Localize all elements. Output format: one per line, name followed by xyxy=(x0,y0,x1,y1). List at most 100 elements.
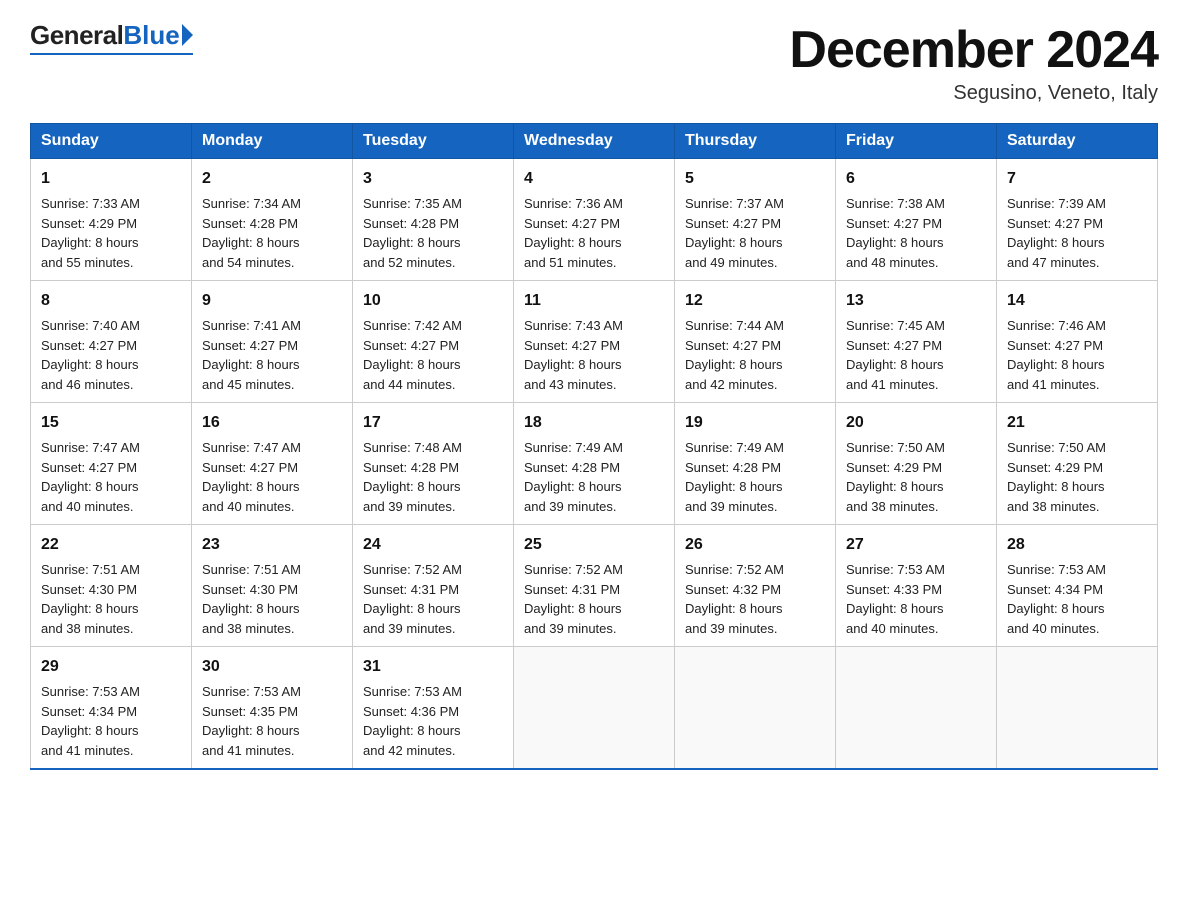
header-row: Sunday Monday Tuesday Wednesday Thursday… xyxy=(31,124,1158,159)
calendar-cell: 2 Sunrise: 7:34 AMSunset: 4:28 PMDaylight… xyxy=(192,159,353,281)
calendar-cell: 15 Sunrise: 7:47 AMSunset: 4:27 PMDayligh… xyxy=(31,403,192,525)
calendar-cell: 21Sunrise: 7:50 AMSunset: 4:29 PMDayligh… xyxy=(997,403,1158,525)
calendar-cell: 27 Sunrise: 7:53 AMSunset: 4:33 PMDayligh… xyxy=(836,525,997,647)
calendar-cell: 30 Sunrise: 7:53 AMSunset: 4:35 PMDayligh… xyxy=(192,647,353,770)
calendar-cell: 17Sunrise: 7:48 AMSunset: 4:28 PMDayligh… xyxy=(353,403,514,525)
calendar-cell xyxy=(836,647,997,770)
day-info: Sunrise: 7:33 AMSunset: 4:29 PMDaylight:… xyxy=(41,194,181,272)
header-right: December 2024 Segusino, Veneto, Italy xyxy=(789,20,1158,105)
day-info: Sunrise: 7:52 AMSunset: 4:31 PMDaylight:… xyxy=(524,560,664,638)
calendar-cell: 26Sunrise: 7:52 AMSunset: 4:32 PMDayligh… xyxy=(675,525,836,647)
day-info: Sunrise: 7:47 AMSunset: 4:27 PMDaylight:… xyxy=(202,438,342,516)
logo-general: General xyxy=(30,20,123,51)
day-info: Sunrise: 7:38 AMSunset: 4:27 PMDaylight:… xyxy=(846,194,986,272)
day-number: 30 xyxy=(202,655,342,679)
calendar-cell: 22Sunrise: 7:51 AMSunset: 4:30 PMDayligh… xyxy=(31,525,192,647)
day-info: Sunrise: 7:40 AMSunset: 4:27 PMDaylight:… xyxy=(41,316,181,394)
logo-blue-box: Blue xyxy=(123,20,192,51)
day-info: Sunrise: 7:36 AMSunset: 4:27 PMDaylight:… xyxy=(524,194,664,272)
calendar-cell: 28Sunrise: 7:53 AMSunset: 4:34 PMDayligh… xyxy=(997,525,1158,647)
day-info: Sunrise: 7:43 AMSunset: 4:27 PMDaylight:… xyxy=(524,316,664,394)
header-sunday: Sunday xyxy=(31,124,192,159)
calendar-cell: 18 Sunrise: 7:49 AMSunset: 4:28 PMDayligh… xyxy=(514,403,675,525)
calendar-week-row: 8 Sunrise: 7:40 AMSunset: 4:27 PMDaylight… xyxy=(31,281,1158,403)
day-info: Sunrise: 7:53 AMSunset: 4:34 PMDaylight:… xyxy=(41,682,181,760)
day-number: 19 xyxy=(685,411,825,435)
day-number: 31 xyxy=(363,655,503,679)
calendar-cell xyxy=(675,647,836,770)
day-info: Sunrise: 7:47 AMSunset: 4:27 PMDaylight:… xyxy=(41,438,181,516)
day-number: 5 xyxy=(685,167,825,191)
header-monday: Monday xyxy=(192,124,353,159)
day-info: Sunrise: 7:53 AMSunset: 4:35 PMDaylight:… xyxy=(202,682,342,760)
header-saturday: Saturday xyxy=(997,124,1158,159)
header-thursday: Thursday xyxy=(675,124,836,159)
day-info: Sunrise: 7:53 AMSunset: 4:33 PMDaylight:… xyxy=(846,560,986,638)
day-info: Sunrise: 7:35 AMSunset: 4:28 PMDaylight:… xyxy=(363,194,503,272)
calendar-cell: 3Sunrise: 7:35 AMSunset: 4:28 PMDaylight… xyxy=(353,159,514,281)
day-number: 6 xyxy=(846,167,986,191)
day-number: 2 xyxy=(202,167,342,191)
day-info: Sunrise: 7:44 AMSunset: 4:27 PMDaylight:… xyxy=(685,316,825,394)
day-number: 23 xyxy=(202,533,342,557)
calendar-cell: 14Sunrise: 7:46 AMSunset: 4:27 PMDayligh… xyxy=(997,281,1158,403)
calendar-cell: 8 Sunrise: 7:40 AMSunset: 4:27 PMDaylight… xyxy=(31,281,192,403)
day-info: Sunrise: 7:49 AMSunset: 4:28 PMDaylight:… xyxy=(524,438,664,516)
day-number: 13 xyxy=(846,289,986,313)
day-number: 26 xyxy=(685,533,825,557)
calendar-cell: 1Sunrise: 7:33 AMSunset: 4:29 PMDaylight… xyxy=(31,159,192,281)
logo-text: General Blue xyxy=(30,20,193,51)
day-number: 12 xyxy=(685,289,825,313)
day-number: 10 xyxy=(363,289,503,313)
day-number: 15 xyxy=(41,411,181,435)
calendar-cell: 25Sunrise: 7:52 AMSunset: 4:31 PMDayligh… xyxy=(514,525,675,647)
calendar-cell: 29 Sunrise: 7:53 AMSunset: 4:34 PMDayligh… xyxy=(31,647,192,770)
calendar-cell: 24Sunrise: 7:52 AMSunset: 4:31 PMDayligh… xyxy=(353,525,514,647)
calendar-cell xyxy=(514,647,675,770)
day-info: Sunrise: 7:45 AMSunset: 4:27 PMDaylight:… xyxy=(846,316,986,394)
calendar-page: General Blue December 2024 Segusino, Ven… xyxy=(0,0,1188,800)
day-info: Sunrise: 7:53 AMSunset: 4:36 PMDaylight:… xyxy=(363,682,503,760)
calendar-cell: 6 Sunrise: 7:38 AMSunset: 4:27 PMDaylight… xyxy=(836,159,997,281)
day-info: Sunrise: 7:34 AMSunset: 4:28 PMDaylight:… xyxy=(202,194,342,272)
location: Segusino, Veneto, Italy xyxy=(789,82,1158,105)
calendar-cell xyxy=(997,647,1158,770)
top-area: General Blue December 2024 Segusino, Ven… xyxy=(30,20,1158,105)
day-number: 27 xyxy=(846,533,986,557)
day-info: Sunrise: 7:42 AMSunset: 4:27 PMDaylight:… xyxy=(363,316,503,394)
day-number: 7 xyxy=(1007,167,1147,191)
calendar-body: 1Sunrise: 7:33 AMSunset: 4:29 PMDaylight… xyxy=(31,159,1158,770)
day-number: 28 xyxy=(1007,533,1147,557)
calendar-cell: 4Sunrise: 7:36 AMSunset: 4:27 PMDaylight… xyxy=(514,159,675,281)
logo-triangle-icon xyxy=(182,24,193,46)
day-number: 29 xyxy=(41,655,181,679)
day-info: Sunrise: 7:37 AMSunset: 4:27 PMDaylight:… xyxy=(685,194,825,272)
day-info: Sunrise: 7:49 AMSunset: 4:28 PMDaylight:… xyxy=(685,438,825,516)
calendar-cell: 9 Sunrise: 7:41 AMSunset: 4:27 PMDaylight… xyxy=(192,281,353,403)
header-friday: Friday xyxy=(836,124,997,159)
day-number: 20 xyxy=(846,411,986,435)
day-number: 18 xyxy=(524,411,664,435)
day-number: 8 xyxy=(41,289,181,313)
day-info: Sunrise: 7:41 AMSunset: 4:27 PMDaylight:… xyxy=(202,316,342,394)
calendar-week-row: 22Sunrise: 7:51 AMSunset: 4:30 PMDayligh… xyxy=(31,525,1158,647)
calendar-cell: 7Sunrise: 7:39 AMSunset: 4:27 PMDaylight… xyxy=(997,159,1158,281)
calendar-cell: 31 Sunrise: 7:53 AMSunset: 4:36 PMDayligh… xyxy=(353,647,514,770)
day-number: 17 xyxy=(363,411,503,435)
day-number: 16 xyxy=(202,411,342,435)
day-number: 11 xyxy=(524,289,664,313)
calendar-cell: 13 Sunrise: 7:45 AMSunset: 4:27 PMDayligh… xyxy=(836,281,997,403)
calendar-cell: 16 Sunrise: 7:47 AMSunset: 4:27 PMDayligh… xyxy=(192,403,353,525)
day-info: Sunrise: 7:51 AMSunset: 4:30 PMDaylight:… xyxy=(41,560,181,638)
day-info: Sunrise: 7:50 AMSunset: 4:29 PMDaylight:… xyxy=(846,438,986,516)
day-number: 24 xyxy=(363,533,503,557)
header-tuesday: Tuesday xyxy=(353,124,514,159)
calendar-week-row: 1Sunrise: 7:33 AMSunset: 4:29 PMDaylight… xyxy=(31,159,1158,281)
calendar-cell: 12 Sunrise: 7:44 AMSunset: 4:27 PMDayligh… xyxy=(675,281,836,403)
calendar-week-row: 15 Sunrise: 7:47 AMSunset: 4:27 PMDayligh… xyxy=(31,403,1158,525)
calendar-header: Sunday Monday Tuesday Wednesday Thursday… xyxy=(31,124,1158,159)
day-number: 9 xyxy=(202,289,342,313)
day-info: Sunrise: 7:50 AMSunset: 4:29 PMDaylight:… xyxy=(1007,438,1147,516)
day-info: Sunrise: 7:46 AMSunset: 4:27 PMDaylight:… xyxy=(1007,316,1147,394)
calendar-table: Sunday Monday Tuesday Wednesday Thursday… xyxy=(30,123,1158,770)
